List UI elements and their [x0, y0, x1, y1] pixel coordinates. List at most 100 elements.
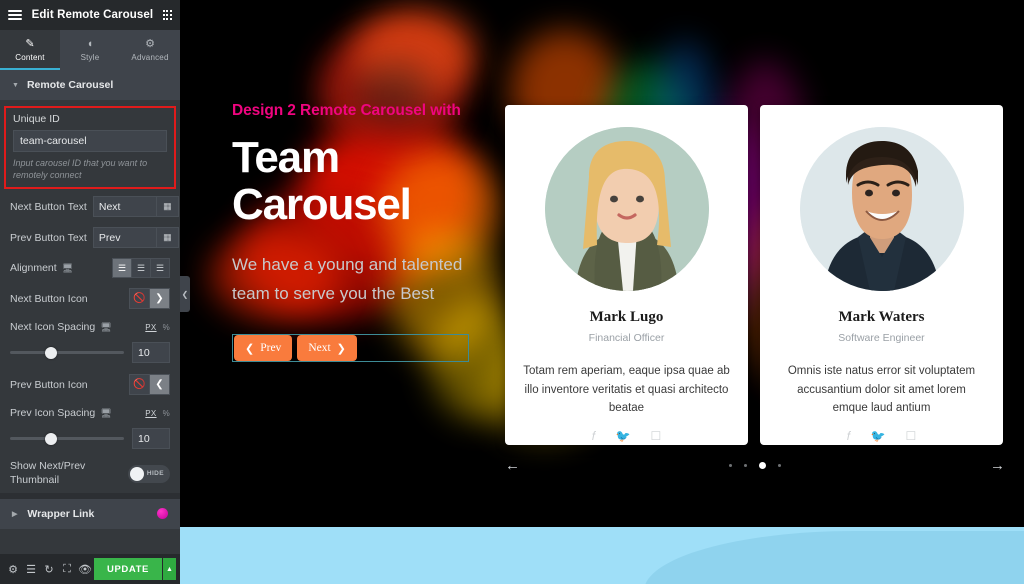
panel-title: Edit Remote Carousel: [31, 9, 154, 21]
next-icon-spacing-label-text: Next Icon Spacing: [10, 321, 96, 334]
remote-next-button[interactable]: Next ❯: [297, 335, 357, 362]
slider-track: [10, 351, 124, 355]
instagram-icon[interactable]: ☐: [650, 430, 661, 442]
member-photo-2: [799, 127, 964, 291]
next-icon-spacing-slider[interactable]: [10, 346, 124, 360]
next-button-text-input[interactable]: [92, 196, 156, 218]
dynamic-tags-icon[interactable]: ▦: [155, 227, 179, 249]
dynamic-tags-icon[interactable]: ▦: [155, 196, 179, 218]
hero-kicker: Design 2 Remote Carousel with: [232, 102, 461, 119]
avatar: [544, 127, 709, 291]
unique-id-label: Unique ID: [13, 113, 60, 125]
next-button-text-label: Next Button Text: [10, 200, 87, 213]
carousel-dots: [729, 462, 781, 469]
instagram-icon[interactable]: ☐: [905, 430, 916, 442]
chevron-right-icon: ❯: [336, 342, 346, 355]
prev-icon-picker: 🚫 ❮: [129, 374, 170, 396]
hero-subtext: We have a young and talented team to ser…: [232, 254, 463, 303]
alignment-label-text: Alignment: [10, 262, 57, 275]
carousel-dot-active[interactable]: [759, 462, 766, 469]
chevron-right-icon-button[interactable]: ❯: [149, 288, 170, 310]
align-left-button[interactable]: ☰: [112, 258, 132, 279]
carousel-dot[interactable]: [778, 464, 781, 467]
section-remote-carousel[interactable]: ▼ Remote Carousel: [0, 70, 180, 100]
section-wrapper-link[interactable]: ▶ Wrapper Link: [0, 498, 180, 529]
remote-carousel-widget[interactable]: ❮ Prev Next ❯: [232, 334, 469, 363]
preview-eye-icon[interactable]: 👁: [76, 558, 94, 580]
update-options-chevron-up-icon[interactable]: ▲: [161, 558, 177, 580]
no-icon-button[interactable]: 🚫: [129, 374, 150, 396]
unit-px[interactable]: PX: [145, 323, 156, 332]
team-card[interactable]: Mark Waters Software Engineer Omnis iste…: [760, 105, 1003, 445]
desktop-icon[interactable]: 🖥: [62, 263, 73, 274]
prev-icon-spacing-label-text: Prev Icon Spacing: [10, 407, 96, 420]
tab-content[interactable]: ✎ Content: [0, 30, 60, 70]
panel-body: Unique ID Input carousel ID that you wan…: [0, 100, 180, 554]
arrow-right-icon[interactable]: →: [990, 458, 1005, 473]
no-icon-button[interactable]: 🚫: [129, 288, 150, 310]
chevron-left-icon-button[interactable]: ❮: [149, 374, 170, 396]
update-button[interactable]: UPDATE: [94, 558, 162, 580]
unit-px[interactable]: PX: [145, 409, 156, 418]
section-remote-carousel-label: Remote Carousel: [26, 79, 114, 91]
desktop-icon[interactable]: 🖥: [100, 322, 111, 333]
facebook-icon[interactable]: 𝑓: [847, 430, 851, 442]
editor-panel: Edit Remote Carousel ✎ Content ◖ Style ⚙…: [0, 0, 180, 584]
toggle-knob: [130, 466, 144, 481]
member-bio: Omnis iste natus error sit voluptatem ac…: [787, 365, 976, 415]
unit-percent[interactable]: %: [163, 409, 170, 418]
prev-icon-spacing-row: Prev Icon Spacing 🖥 PX %: [0, 400, 180, 426]
member-name: Mark Waters: [838, 309, 925, 325]
remote-prev-label: Prev: [260, 342, 282, 355]
team-card[interactable]: Mark Lugo Financial Officer Totam rem ap…: [505, 105, 748, 445]
align-center-button[interactable]: ☰: [131, 258, 151, 279]
toggle-state-label: HIDE: [146, 470, 164, 478]
tab-advanced-label: Advanced: [131, 52, 169, 62]
twitter-icon[interactable]: 🐦: [616, 430, 631, 442]
chevron-right-icon: ▶: [12, 510, 18, 518]
band-decorative-curve: [644, 531, 1024, 584]
grid-apps-icon[interactable]: [162, 10, 172, 20]
panel-footer: ⚙ ☰ ↻ ⛶ 👁 UPDATE ▲: [0, 554, 180, 584]
facebook-icon[interactable]: 𝑓: [592, 430, 596, 442]
prev-icon-spacing-input[interactable]: [132, 428, 170, 450]
align-right-button[interactable]: ☰: [150, 258, 170, 279]
responsive-icon[interactable]: ⛶: [58, 558, 76, 580]
prev-icon-spacing-slider[interactable]: [10, 432, 124, 446]
hero-headline: Team Carousel: [232, 135, 482, 228]
elementor-editor: Edit Remote Carousel ✎ Content ◖ Style ⚙…: [0, 0, 1024, 584]
tab-style-label: Style: [80, 52, 100, 62]
layers-icon[interactable]: ☰: [22, 558, 40, 580]
desktop-icon[interactable]: 🖥: [100, 408, 111, 419]
next-icon-spacing-row: Next Icon Spacing 🖥 PX %: [0, 314, 180, 340]
slider-knob[interactable]: [45, 432, 58, 445]
prev-button-icon-label: Prev Button Icon: [10, 378, 88, 391]
tab-style[interactable]: ◖ Style: [60, 30, 120, 70]
remote-prev-button[interactable]: ❮ Prev: [234, 335, 293, 362]
history-icon[interactable]: ↻: [40, 558, 58, 580]
slider-knob[interactable]: [45, 346, 58, 359]
pro-badge-icon: [157, 508, 168, 520]
panel-collapse-handle[interactable]: ❮: [180, 276, 190, 312]
unique-id-input[interactable]: [13, 130, 167, 152]
contrast-circle-icon: ◖: [86, 37, 94, 50]
hamburger-icon[interactable]: [8, 10, 22, 20]
show-thumbnail-toggle[interactable]: HIDE: [128, 464, 170, 483]
gear-icon[interactable]: ⚙: [4, 558, 22, 580]
next-icon-spacing-input[interactable]: [132, 342, 170, 364]
prev-spacing-units: PX %: [145, 409, 170, 418]
next-icon-spacing-label: Next Icon Spacing 🖥: [10, 321, 112, 333]
section-wrapper-link-label: Wrapper Link: [27, 507, 95, 520]
panel-tabs: ✎ Content ◖ Style ⚙ Advanced: [0, 30, 180, 70]
chevron-left-icon: ❮: [245, 342, 255, 355]
alignment-row: Alignment 🖥 ☰ ☰ ☰: [0, 253, 180, 283]
carousel-dot[interactable]: [744, 464, 747, 467]
unit-percent[interactable]: %: [163, 323, 170, 332]
avatar: [799, 127, 964, 291]
twitter-icon[interactable]: 🐦: [871, 430, 886, 442]
prev-button-text-input[interactable]: [92, 227, 156, 249]
carousel-dot[interactable]: [729, 464, 732, 467]
tab-advanced[interactable]: ⚙ Advanced: [120, 30, 180, 70]
carousel-navigation: ← →: [505, 458, 1005, 473]
arrow-left-icon[interactable]: ←: [505, 458, 520, 473]
